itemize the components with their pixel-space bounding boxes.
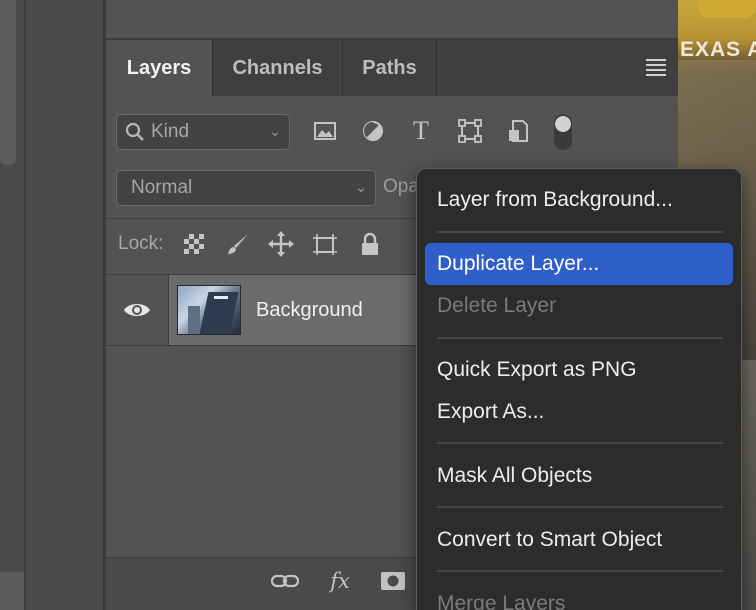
tab-channels[interactable]: Channels [213, 40, 342, 96]
layer-name[interactable]: Background [256, 299, 363, 322]
layer-visibility-toggle[interactable] [106, 275, 169, 345]
upper-panel-area [106, 0, 678, 40]
left-scrollbar[interactable] [0, 0, 16, 165]
lock-image-pixels-icon[interactable] [225, 230, 251, 258]
menu-separator [437, 231, 723, 233]
link-icon[interactable] [270, 566, 300, 596]
filter-kind-select[interactable]: Kind ⌄ [116, 114, 290, 150]
eye-icon [124, 304, 150, 316]
smart-object-filter-icon[interactable] [505, 118, 531, 144]
filter-kind-label: Kind [151, 121, 190, 142]
opacity-label: Opa [383, 176, 419, 197]
lock-transparent-pixels-icon[interactable] [181, 230, 207, 258]
fx-icon[interactable]: fx [325, 566, 355, 596]
lock-position-icon[interactable] [268, 230, 294, 258]
menu-item-layer-from-background[interactable]: Layer from Background... [425, 179, 733, 221]
mask-icon[interactable] [378, 566, 408, 596]
filter-toggle[interactable] [554, 114, 572, 150]
layer-thumbnail[interactable] [177, 285, 241, 335]
tab-separator [436, 40, 437, 96]
panel-menu-icon[interactable] [646, 59, 666, 79]
type-filter-icon[interactable]: T [408, 116, 434, 145]
menu-separator [437, 337, 723, 339]
menu-item-quick-export-png[interactable]: Quick Export as PNG [425, 349, 733, 391]
menu-item-delete-layer: Delete Layer [437, 294, 557, 317]
lock-artboard-icon[interactable] [312, 230, 338, 258]
layer-main-area[interactable]: Background [169, 275, 416, 345]
menu-item-merge-layers: Merge Layers [437, 592, 566, 610]
left-divider [24, 0, 26, 610]
menu-item-mask-all-objects[interactable]: Mask All Objects [425, 455, 733, 497]
layer-context-menu: Layer from Background... Duplicate Layer… [416, 168, 742, 610]
shape-filter-icon[interactable] [457, 118, 483, 144]
tab-paths[interactable]: Paths [343, 40, 436, 96]
lock-label: Lock: [118, 233, 164, 254]
search-icon [125, 122, 144, 141]
lock-all-icon[interactable] [357, 230, 383, 258]
chevron-down-icon: ⌄ [269, 123, 281, 139]
chevron-down-icon: ⌄ [355, 179, 367, 195]
tab-layers[interactable]: Layers [106, 40, 212, 96]
adjustment-filter-icon[interactable] [360, 118, 386, 144]
layer-row[interactable]: Background [106, 274, 416, 346]
menu-separator [437, 570, 723, 572]
left-bottom-block [0, 572, 24, 610]
image-text: EXAS A [680, 38, 756, 61]
menu-item-duplicate-layer[interactable]: Duplicate Layer... [425, 243, 733, 285]
menu-separator [437, 506, 723, 508]
image-filter-icon[interactable] [312, 118, 338, 144]
blend-mode-select[interactable]: Normal ⌄ [116, 170, 376, 206]
menu-separator [437, 442, 723, 444]
menu-item-convert-to-smart-object[interactable]: Convert to Smart Object [425, 519, 733, 561]
panel-tabs-bar: Layers Channels Paths [106, 40, 678, 96]
image-detail [698, 0, 756, 18]
menu-item-export-as[interactable]: Export As... [425, 391, 733, 433]
divider [106, 218, 416, 219]
blend-mode-value: Normal [131, 177, 193, 198]
